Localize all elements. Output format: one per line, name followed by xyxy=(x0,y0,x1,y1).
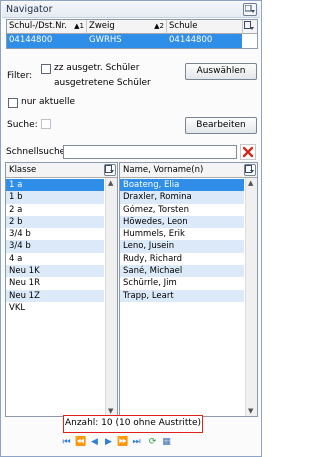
list-item[interactable]: 2 a xyxy=(6,204,104,216)
panel-titlebar: Navigator xyxy=(2,2,260,18)
first-record-icon[interactable]: ⏮ xyxy=(61,437,72,449)
list-item[interactable]: 1 b xyxy=(6,191,104,204)
next-page-icon[interactable]: ⏩ xyxy=(117,437,128,449)
list-item[interactable]: Neu 1R xyxy=(6,277,104,289)
list-item[interactable]: Neu 1Z xyxy=(6,289,104,302)
refresh-icon[interactable]: ⟳ xyxy=(147,437,158,449)
list-item[interactable]: Höwedes, Leon xyxy=(120,215,244,229)
class-list-scrollbar[interactable]: ▲ ▼ xyxy=(105,178,117,416)
list-menu-icon xyxy=(105,165,114,173)
clear-search-button[interactable] xyxy=(240,144,256,160)
list-item[interactable]: Rudy, Richard xyxy=(120,253,244,265)
list-item[interactable]: 3/4 b xyxy=(6,228,104,240)
list-item[interactable]: Trapp, Leart xyxy=(120,289,244,302)
next-record-icon[interactable]: ▶ xyxy=(103,437,114,449)
student-list-menu-button[interactable] xyxy=(244,164,256,176)
student-list: Name, Vorname(n) Boateng, Elia Draxler, … xyxy=(119,162,258,417)
cell-zweig: GWRHS xyxy=(89,35,122,45)
navigator-panel: Navigator Schul-/Dst.Nr. ▲1 Zweig ▲2 Sch… xyxy=(0,0,262,457)
cell-schule: 04144800 xyxy=(169,35,213,45)
only-current-checkbox[interactable] xyxy=(8,98,18,108)
sort-asc-icon: ▲2 xyxy=(154,22,164,30)
sort-asc-icon: ▲1 xyxy=(74,22,84,30)
prev-page-icon[interactable]: ⏪ xyxy=(75,437,86,449)
list-item[interactable]: Sané, Michael xyxy=(120,265,244,278)
class-list-header-label: Klasse xyxy=(9,165,37,175)
list-item[interactable]: Leno, Jusein xyxy=(120,240,244,253)
scroll-down-icon[interactable]: ▼ xyxy=(248,407,253,415)
prev-record-icon[interactable]: ◀ xyxy=(89,437,100,449)
quicksearch-input[interactable] xyxy=(63,145,237,159)
list-menu-icon xyxy=(245,5,255,13)
list-item[interactable]: Boateng, Elia xyxy=(120,179,244,192)
grid-header-label: Schule xyxy=(169,21,198,31)
only-current-label: nur aktuelle xyxy=(21,97,76,107)
class-rows: 1 a 1 b 2 a 2 b 3/4 b 3/4 b 4 a Neu 1K N… xyxy=(6,179,104,314)
search-checkbox[interactable] xyxy=(41,119,51,129)
scroll-up-icon[interactable]: ▲ xyxy=(108,179,113,187)
quicksearch-label: Schnellsuche xyxy=(6,147,66,157)
sort-rank: 2 xyxy=(159,22,164,30)
record-count: Anzahl: 10 (10 ohne Austritte) xyxy=(63,415,203,433)
grid-header-label: Schul-/Dst.Nr. xyxy=(9,21,67,31)
select-button[interactable]: Auswählen xyxy=(185,63,257,80)
search-label: Suche: xyxy=(7,120,38,130)
class-list: Klasse 1 a 1 b 2 a 2 b 3/4 b 3/4 b 4 a N… xyxy=(5,162,118,417)
table-row[interactable]: 04144800 GWRHS 04144800 xyxy=(7,34,242,48)
panel-title: Navigator xyxy=(6,4,53,15)
list-item[interactable]: 2 b xyxy=(6,215,104,229)
list-menu-icon xyxy=(245,165,254,173)
school-grid: Schul-/Dst.Nr. ▲1 Zweig ▲2 Schule 041448… xyxy=(6,19,258,49)
exited-checkbox-label-2: ausgetretene Schüler xyxy=(54,78,151,88)
close-icon xyxy=(242,146,254,158)
scroll-down-icon[interactable]: ▼ xyxy=(108,407,113,415)
grid-column-chooser[interactable] xyxy=(243,20,257,34)
list-item[interactable]: 3/4 b xyxy=(6,240,104,253)
panel-menu-button[interactable] xyxy=(243,3,257,16)
edit-button[interactable]: Bearbeiten xyxy=(185,117,257,134)
list-item[interactable]: 4 a xyxy=(6,253,104,265)
cell-schoolnr: 04144800 xyxy=(9,35,53,45)
grid-header-schoolnr[interactable]: Schul-/Dst.Nr. ▲1 xyxy=(7,20,87,34)
grid-header-schule[interactable]: Schule xyxy=(167,20,243,34)
list-item[interactable]: 1 a xyxy=(6,179,104,192)
list-item[interactable]: Neu 1K xyxy=(6,265,104,278)
sort-rank: 1 xyxy=(79,22,84,30)
class-list-menu-button[interactable] xyxy=(104,164,116,176)
filter-label: Filter: xyxy=(7,71,33,81)
last-record-icon[interactable]: ⏭ xyxy=(131,437,142,449)
grid-header-zweig[interactable]: Zweig ▲2 xyxy=(87,20,167,34)
list-item[interactable]: Hummels, Erik xyxy=(120,228,244,240)
table-view-icon[interactable]: ▦ xyxy=(161,437,172,449)
list-item[interactable]: Draxler, Romina xyxy=(120,191,244,204)
exited-students-checkbox[interactable] xyxy=(41,64,51,74)
exited-checkbox-label: zz ausgetr. Schüler xyxy=(54,63,140,73)
student-rows: Boateng, Elia Draxler, Romina Gómez, Tor… xyxy=(120,179,244,302)
student-list-header[interactable]: Name, Vorname(n) xyxy=(120,163,257,178)
list-item[interactable]: Schürrle, Jim xyxy=(120,277,244,289)
student-list-scrollbar[interactable]: ▲ ▼ xyxy=(245,178,257,416)
scroll-up-icon[interactable]: ▲ xyxy=(248,179,253,187)
list-item[interactable]: VKL xyxy=(6,302,104,314)
list-item[interactable]: Gómez, Torsten xyxy=(120,204,244,216)
list-menu-icon xyxy=(244,21,254,30)
class-list-header[interactable]: Klasse xyxy=(6,163,117,178)
student-list-header-label: Name, Vorname(n) xyxy=(123,165,204,175)
grid-header-label: Zweig xyxy=(89,21,115,31)
